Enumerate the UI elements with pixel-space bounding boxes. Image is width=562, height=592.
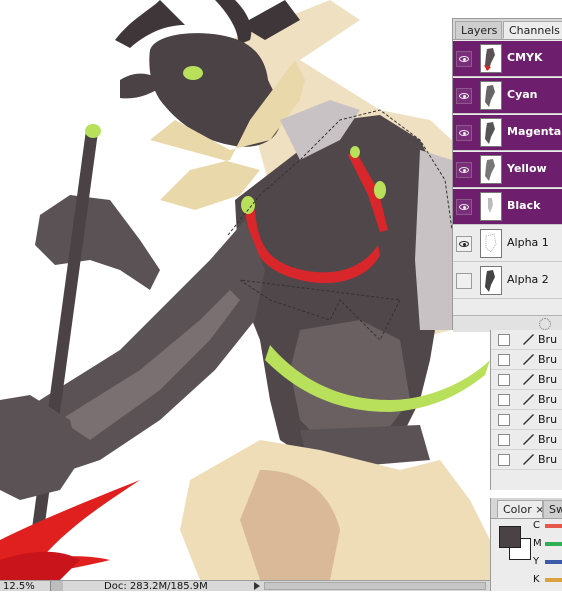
tab-swatches[interactable]: Sw — [543, 500, 562, 518]
brush-name: Bru — [538, 333, 558, 346]
brush-row[interactable]: Bru — [491, 370, 562, 390]
channel-letter: Y — [533, 556, 540, 567]
channel-thumbnail — [480, 44, 502, 73]
channel-row-cyan[interactable]: Cyan — [453, 78, 562, 114]
brush-name: Bru — [538, 433, 558, 446]
info-button[interactable] — [50, 581, 63, 591]
slider-magenta[interactable]: M — [533, 538, 562, 552]
brush-name: Bru — [538, 393, 558, 406]
brush-row[interactable]: Bru — [491, 330, 562, 350]
brush-checkbox[interactable] — [498, 454, 510, 466]
brush-checkbox[interactable] — [498, 334, 510, 346]
brush-icon — [523, 454, 534, 465]
channels-panel: Layers Channels × CMYK Cyan Magenta Yell… — [452, 18, 562, 332]
zoom-level[interactable]: 12.5% — [3, 581, 35, 592]
slider-track[interactable] — [545, 560, 562, 564]
channel-thumbnail — [480, 155, 502, 184]
channel-thumbnail — [480, 266, 502, 295]
visibility-toggle[interactable] — [456, 51, 472, 67]
brush-checkbox[interactable] — [498, 394, 510, 406]
color-panel: Color × Sw C M Y K — [490, 498, 562, 591]
visibility-toggle[interactable] — [456, 236, 472, 252]
brush-checkbox[interactable] — [498, 354, 510, 366]
channel-thumbnail — [480, 192, 502, 221]
brush-checkbox[interactable] — [498, 434, 510, 446]
brush-row[interactable]: Bru — [491, 430, 562, 450]
channel-row-yellow[interactable]: Yellow — [453, 152, 562, 188]
brushes-panel: Bru Bru Bru Bru Bru Bru Bru — [490, 330, 562, 490]
slider-cyan[interactable]: C — [533, 520, 562, 534]
brush-name: Bru — [538, 453, 558, 466]
slider-black[interactable]: K — [533, 574, 562, 588]
panel-tab-bar: Layers Channels × — [453, 19, 562, 40]
panel-tab-bar: Color × Sw — [491, 498, 562, 519]
channel-thumbnail — [480, 118, 502, 147]
document-info: Doc: 283.2M/185.9M — [104, 581, 208, 592]
channel-row-cmyk[interactable]: CMYK — [453, 41, 562, 77]
brush-checkbox[interactable] — [498, 414, 510, 426]
brush-name: Bru — [538, 373, 558, 386]
channel-name: Cyan — [507, 88, 538, 101]
brush-row[interactable]: Bru — [491, 450, 562, 470]
channel-letter: C — [533, 520, 540, 531]
channel-row-black[interactable]: Black — [453, 189, 562, 225]
visibility-toggle[interactable] — [456, 273, 472, 289]
channel-letter: K — [533, 574, 540, 585]
eye-icon — [459, 241, 469, 247]
channel-name: Yellow — [507, 162, 547, 175]
channel-row-alpha-1[interactable]: Alpha 1 — [453, 226, 562, 262]
foreground-color-swatch[interactable] — [499, 526, 521, 548]
channel-row-magenta[interactable]: Magenta — [453, 115, 562, 151]
tab-channels[interactable]: Channels × — [503, 21, 562, 39]
eye-icon — [459, 56, 469, 62]
channel-name: Alpha 1 — [507, 236, 549, 249]
brush-checkbox[interactable] — [498, 374, 510, 386]
slider-track[interactable] — [545, 524, 562, 528]
brush-row[interactable]: Bru — [491, 390, 562, 410]
brush-name: Bru — [538, 413, 558, 426]
channel-thumbnail — [480, 81, 502, 110]
status-menu-arrow-icon[interactable] — [254, 582, 260, 590]
slider-track[interactable] — [545, 578, 562, 582]
eye-icon — [459, 130, 469, 136]
channel-thumbnail — [480, 229, 502, 258]
tab-layers[interactable]: Layers — [455, 21, 502, 39]
brush-icon — [523, 354, 534, 365]
eye-icon — [459, 167, 469, 173]
channel-name: CMYK — [507, 51, 543, 64]
brush-icon — [523, 394, 534, 405]
panel-resize-icon[interactable] — [539, 318, 551, 330]
brush-name: Bru — [538, 353, 558, 366]
brush-icon — [523, 334, 534, 345]
brush-icon — [523, 434, 534, 445]
horizontal-scrollbar[interactable] — [264, 582, 486, 590]
channel-name: Magenta — [507, 125, 562, 138]
brush-row[interactable]: Bru — [491, 350, 562, 370]
visibility-toggle[interactable] — [456, 162, 472, 178]
eye-icon — [459, 204, 469, 210]
eye-icon — [459, 93, 469, 99]
brush-icon — [523, 414, 534, 425]
visibility-toggle[interactable] — [456, 125, 472, 141]
channel-letter: M — [533, 538, 542, 549]
brush-icon — [523, 374, 534, 385]
channel-row-alpha-2[interactable]: Alpha 2 — [453, 263, 562, 299]
slider-yellow[interactable]: Y — [533, 556, 562, 570]
visibility-toggle[interactable] — [456, 88, 472, 104]
channel-name: Black — [507, 199, 541, 212]
visibility-toggle[interactable] — [456, 199, 472, 215]
slider-track[interactable] — [545, 542, 562, 546]
brush-row[interactable]: Bru — [491, 410, 562, 430]
channel-name: Alpha 2 — [507, 273, 549, 286]
tab-color[interactable]: Color × — [497, 500, 543, 518]
status-bar: 12.5% Doc: 283.2M/185.9M — [0, 580, 490, 592]
